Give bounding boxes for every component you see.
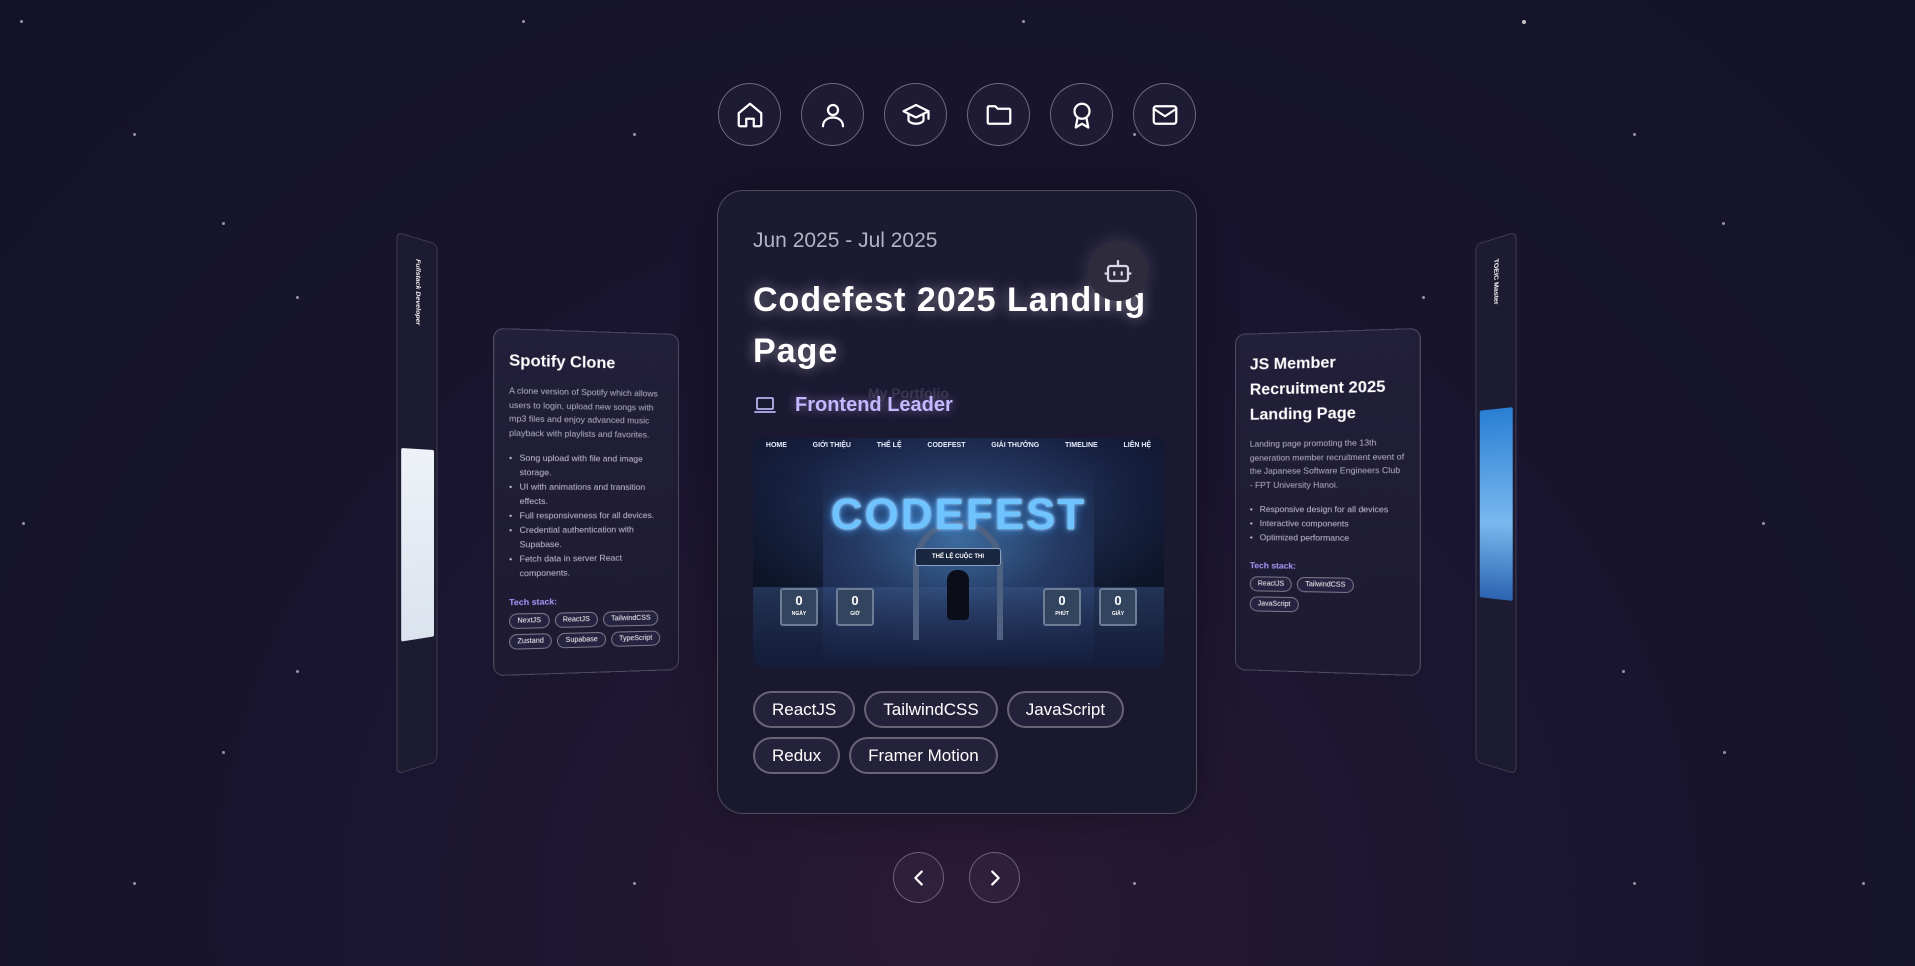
far-right-project-card[interactable]: TOEIC Master [1475,231,1517,775]
tech-tag: JavaScript [1249,596,1299,613]
preview-counter: 0 GIỜ [836,588,874,626]
project-date: Jun 2025 - Jul 2025 [753,229,938,252]
preview-logo: CODEFEST [830,490,1087,539]
tech-tag: TailwindCSS [603,610,659,627]
preview-nav-item: CODEFEST [927,442,966,449]
tech-tag: NextJS [509,612,550,630]
preview-counter: 0 PHÚT [1043,588,1081,626]
tech-tag: ReactJS [753,691,856,728]
list-item: Credential authentication with Supabase. [509,522,664,552]
preview-nav-item: TIMELINE [1065,442,1098,449]
nav-contact-button[interactable] [1133,83,1196,146]
preview-counter: 0 GIÂY [1099,588,1137,626]
folder-icon [986,104,1011,125]
chevron-right-icon [990,869,1000,886]
next-project-button[interactable] [969,852,1020,903]
nav-education-button[interactable] [884,83,947,146]
preview-nav-item: LIÊN HỆ [1123,442,1152,449]
side-card-feature-list: Responsive design for all devices Intera… [1250,502,1405,545]
award-icon [1072,102,1091,129]
side-card-tags: ReactJS TailwindCSS JavaScript [1249,576,1405,614]
bot-icon [1104,259,1132,283]
tech-tag: Supabase [557,631,606,649]
far-right-card-text: TOEIC Master [1492,258,1499,306]
project-tech-tags: ReactJS TailwindCSS JavaScript Redux Fra… [753,691,1173,774]
side-card-tags: NextJS ReactJS TailwindCSS Zustand Supab… [509,610,664,650]
js-recruitment-project-card[interactable]: JS Member Recruitment 2025 Landing Page … [1235,327,1421,677]
list-item: Optimized performance [1250,530,1405,545]
chevron-left-icon [913,869,923,886]
far-left-card-text: Fullstack Developer [414,258,421,326]
spotify-project-card[interactable]: Spotify Clone A clone version of Spotify… [493,327,679,677]
tech-tag: TailwindCSS [1297,576,1354,594]
preview-nav: HOME GIỚI THIỆU THỂ LỆ CODEFEST GIẢI THƯ… [753,442,1164,449]
side-card-title: Spotify Clone [509,352,616,373]
nav-awards-button[interactable] [1050,83,1113,146]
nav-home-button[interactable] [718,83,781,146]
preview-nav-item: THỂ LỆ [876,442,902,449]
side-card-title: JS Member Recruitment 2025 Landing Page [1249,354,1386,424]
side-card-feature-list: Song upload with file and image storage.… [509,450,664,580]
far-left-card-screenshot [401,447,435,642]
preview-character [947,570,969,620]
project-role: Frontend Leader [753,393,953,417]
preview-nav-item: HOME [765,442,787,449]
chatbot-button[interactable] [1088,241,1148,301]
tech-tag: JavaScript [1006,691,1125,728]
preview-counter: 0 NGÀY [780,588,818,626]
tech-tag: ReactJS [1249,576,1293,592]
laptop-icon [754,397,776,413]
list-item: Song upload with file and image storage. [509,450,664,480]
tech-tag: Redux [753,737,841,774]
project-role-label: Frontend Leader [795,393,953,416]
project-preview-image: HOME GIỚI THIỆU THỂ LỆ CODEFEST GIẢI THƯ… [753,438,1164,667]
user-icon [821,103,844,127]
featured-project-card[interactable]: Jun 2025 - Jul 2025 Codefest 2025 Landin… [717,190,1197,814]
side-card-description: A clone version of Spotify which allows … [509,385,658,440]
tech-tag: Framer Motion [849,737,998,774]
list-item: Fetch data in server React components. [509,550,664,580]
nav-about-button[interactable] [801,83,864,146]
list-item: UI with animations and transition effect… [509,479,664,508]
mail-icon [1152,104,1177,125]
preview-nav-item: GIẢI THƯỞNG [991,442,1040,449]
top-nav [718,83,1196,146]
far-right-card-screenshot [1479,407,1513,601]
tech-tag: TailwindCSS [864,691,998,728]
tech-tag: ReactJS [554,611,598,629]
far-left-project-card[interactable]: Fullstack Developer [396,231,438,775]
carousel-controls [893,852,1020,903]
tech-stack-label: Tech stack: [509,596,558,608]
list-item: Interactive components [1250,516,1405,531]
preview-rules-button: THỂ LỆ CUỘC THI [915,548,1001,566]
tech-tag: Zustand [509,633,553,650]
graduation-cap-icon [901,103,930,125]
side-card-description: Landing page promoting the 13th generati… [1249,437,1405,490]
tech-tag: TypeScript [610,630,661,647]
home-icon [737,102,762,127]
list-item: Responsive design for all devices [1250,502,1405,516]
nav-projects-button[interactable] [967,83,1030,146]
list-item: Full responsiveness for all devices. [509,508,664,523]
prev-project-button[interactable] [893,852,944,903]
preview-nav-item: GIỚI THIỆU [812,442,851,449]
tech-stack-label: Tech stack: [1249,560,1296,571]
